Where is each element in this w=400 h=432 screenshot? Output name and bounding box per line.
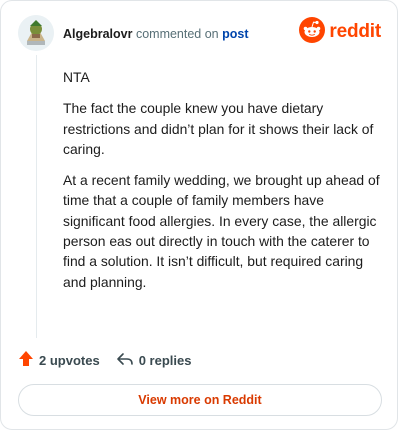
avatar[interactable]: [18, 15, 54, 51]
comment-actions: 2 upvotes 0 replies: [18, 349, 191, 371]
comment-paragraph: The fact the couple knew you have dietar…: [63, 100, 374, 157]
comment-meta: Algebralovr commented on post: [63, 27, 249, 42]
post-link[interactable]: post: [222, 27, 248, 41]
comment-paragraph: NTA: [63, 69, 90, 85]
embedded-comment-card: Algebralovr commented on post reddit NTA…: [0, 0, 398, 430]
view-more-button[interactable]: View more on Reddit: [18, 384, 382, 416]
comment-paragraph: At a recent family wedding, we brought u…: [63, 172, 380, 290]
reddit-logo-icon: [299, 16, 326, 48]
username[interactable]: Algebralovr: [63, 27, 132, 41]
reddit-brand[interactable]: reddit: [299, 16, 381, 48]
action-text: commented on: [135, 27, 219, 41]
upvote-button[interactable]: 2 upvotes: [18, 350, 100, 370]
reply-icon: [116, 351, 134, 370]
upvote-icon: [18, 350, 34, 370]
reddit-wordmark: reddit: [329, 21, 381, 42]
comment-body: NTA The fact the couple knew you have di…: [63, 67, 381, 303]
upvote-count: 2 upvotes: [39, 352, 100, 368]
comment-header: Algebralovr commented on post reddit: [18, 15, 381, 53]
reply-button[interactable]: 0 replies: [116, 351, 192, 370]
reply-count: 0 replies: [138, 352, 192, 368]
thread-line: [36, 55, 37, 338]
